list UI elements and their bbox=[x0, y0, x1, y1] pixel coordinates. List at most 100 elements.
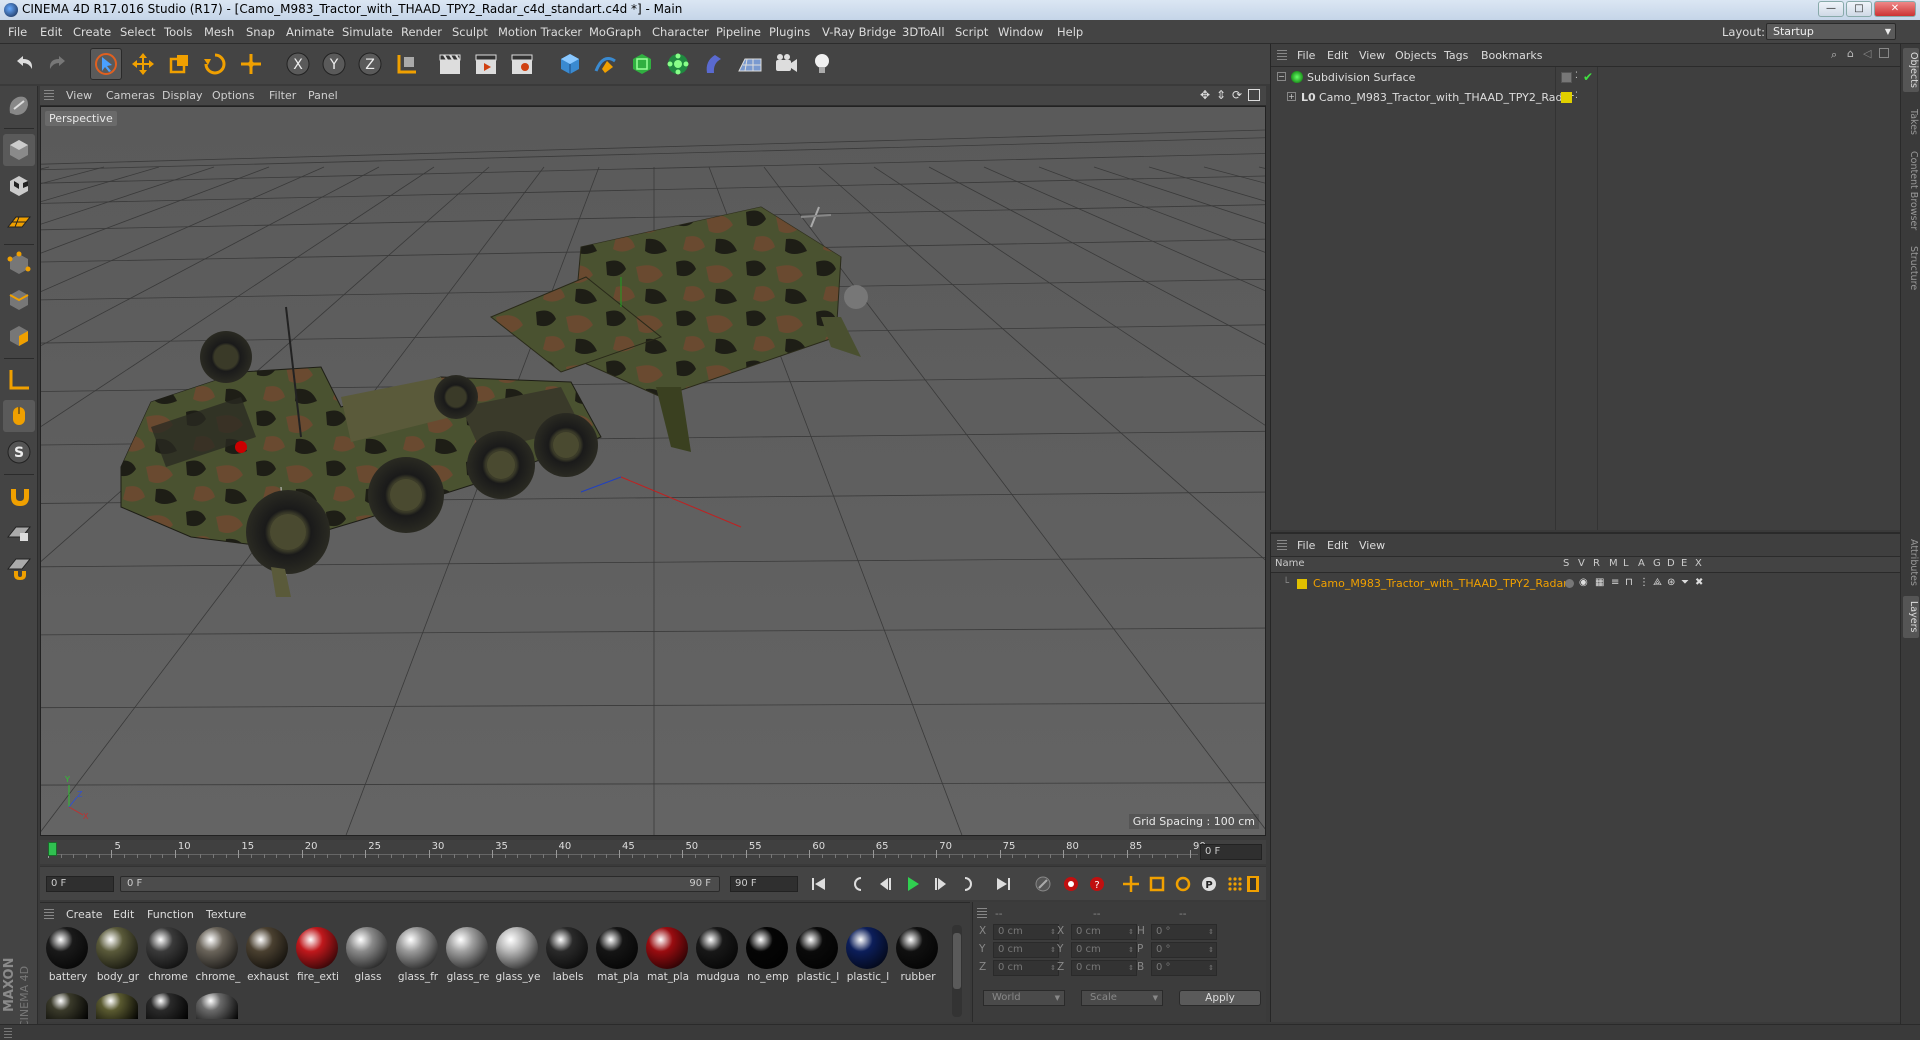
layer-menu-edit[interactable]: Edit bbox=[1327, 539, 1348, 552]
menu-animate[interactable]: Animate bbox=[286, 25, 334, 39]
rotation-value-field[interactable]: 0 ° ⇕ bbox=[1151, 924, 1217, 940]
xref-icon[interactable]: ✖ bbox=[1695, 577, 1703, 588]
object-row-subdivision[interactable]: − Subdivision Surface bbox=[1275, 70, 1551, 86]
material-menu-function[interactable]: Function bbox=[147, 908, 194, 921]
apply-button[interactable]: Apply bbox=[1179, 990, 1261, 1006]
material-swatch[interactable]: plastic_l bbox=[794, 927, 840, 983]
object-menu-view[interactable]: View bbox=[1359, 49, 1385, 62]
layer-column-g[interactable]: G bbox=[1653, 558, 1661, 569]
object-menu-objects[interactable]: Objects bbox=[1395, 49, 1437, 62]
material-swatch[interactable]: no_emp bbox=[744, 927, 790, 983]
model-mode-button[interactable] bbox=[3, 134, 35, 166]
layer-column-v[interactable]: V bbox=[1578, 558, 1585, 569]
tab-attributes[interactable]: Attributes bbox=[1903, 534, 1919, 590]
planar-workplane-button[interactable] bbox=[3, 552, 35, 584]
start-frame-field[interactable]: 0 F bbox=[46, 876, 114, 892]
visibility-toggle[interactable] bbox=[1561, 72, 1572, 83]
animation-icon[interactable]: ⋮ bbox=[1639, 577, 1649, 588]
material-swatch[interactable]: chrome_ bbox=[194, 927, 240, 983]
key-scale-button[interactable] bbox=[1146, 873, 1168, 895]
viewport-maximize-icon[interactable] bbox=[1248, 89, 1260, 101]
manager-icon[interactable]: ≡ bbox=[1611, 577, 1619, 588]
menu-pipeline[interactable]: Pipeline bbox=[716, 25, 761, 39]
edges-mode-button[interactable] bbox=[3, 284, 35, 316]
go-to-start-button[interactable] bbox=[808, 873, 830, 895]
key-rotation-button[interactable] bbox=[1172, 873, 1194, 895]
eye-icon[interactable]: ◉ bbox=[1579, 577, 1588, 588]
search-icon[interactable]: ⌕ bbox=[1831, 48, 1837, 62]
render-icon[interactable]: ▦ bbox=[1595, 577, 1604, 588]
minimize-button[interactable]: — bbox=[1818, 1, 1844, 17]
add-nurbs-button[interactable] bbox=[626, 48, 658, 80]
move-tool-button[interactable] bbox=[127, 48, 159, 80]
transform-tool-button[interactable] bbox=[235, 48, 267, 80]
stepper-arrows-icon[interactable]: ⇕ bbox=[1208, 925, 1214, 939]
tweak-mode-button[interactable] bbox=[3, 400, 35, 432]
material-menu-edit[interactable]: Edit bbox=[113, 908, 134, 921]
position-value-field[interactable]: 0 cm ⇕ bbox=[993, 960, 1059, 976]
x-axis-lock-button[interactable]: X bbox=[282, 48, 314, 80]
workplane-mode-button[interactable] bbox=[3, 206, 35, 238]
layer-column-name[interactable]: Name bbox=[1275, 558, 1305, 569]
expression-icon[interactable]: ⏷ bbox=[1681, 577, 1689, 588]
layer-column-s[interactable]: S bbox=[1563, 558, 1569, 569]
menu-file[interactable]: File bbox=[8, 25, 27, 39]
tab-content-browser[interactable]: Content Browser bbox=[1903, 148, 1919, 234]
checkmark-icon[interactable]: ✔ bbox=[1583, 70, 1593, 84]
material-swatch[interactable]: fire_exti bbox=[294, 927, 340, 983]
key-position-button[interactable] bbox=[1120, 873, 1142, 895]
material-swatch[interactable]: glass_re bbox=[444, 927, 490, 983]
material-swatch[interactable]: exhaust bbox=[244, 927, 290, 983]
home-icon[interactable]: ⌂ bbox=[1847, 47, 1854, 60]
menu-snap[interactable]: Snap bbox=[246, 25, 275, 39]
panel-grip-icon[interactable] bbox=[44, 909, 54, 921]
layer-column-r[interactable]: R bbox=[1593, 558, 1600, 569]
live-selection-button[interactable] bbox=[90, 48, 122, 80]
material-swatch[interactable]: glass_fr bbox=[394, 927, 440, 983]
make-editable-button[interactable] bbox=[3, 90, 35, 122]
add-cube-button[interactable] bbox=[554, 48, 586, 80]
material-swatch[interactable]: plastic_l bbox=[844, 927, 890, 983]
viewport-menu-cameras[interactable]: Cameras bbox=[106, 89, 155, 102]
add-mograph-button[interactable] bbox=[662, 48, 694, 80]
timeline-window-button[interactable] bbox=[1242, 873, 1264, 895]
record-active-objects-button[interactable] bbox=[1060, 873, 1082, 895]
menu-sculpt[interactable]: Sculpt bbox=[452, 25, 488, 39]
deformer-icon[interactable]: ⊛ bbox=[1667, 577, 1675, 588]
size-value-field[interactable]: 0 cm ⇕ bbox=[1071, 924, 1137, 940]
add-spline-button[interactable] bbox=[590, 48, 622, 80]
menu-mograph[interactable]: MoGraph bbox=[589, 25, 641, 39]
end-frame-field[interactable]: 90 F bbox=[730, 876, 798, 892]
layer-color-swatch[interactable] bbox=[1561, 92, 1572, 103]
viewport-zoom-icon[interactable]: ⇕ bbox=[1216, 88, 1226, 102]
object-row-tractor[interactable]: + L0 Camo_M983_Tractor_with_THAAD_TPY2_R… bbox=[1275, 90, 1574, 106]
layer-column-a[interactable]: A bbox=[1638, 558, 1645, 569]
lock-icon[interactable]: ⊓ bbox=[1625, 577, 1633, 588]
position-value-field[interactable]: 0 cm ⇕ bbox=[993, 942, 1059, 958]
panel-grip-icon[interactable] bbox=[1277, 50, 1287, 62]
layer-column-l[interactable]: L bbox=[1623, 558, 1629, 569]
material-menu-texture[interactable]: Texture bbox=[206, 908, 246, 921]
next-key-button[interactable] bbox=[958, 873, 980, 895]
snapping-button[interactable]: S bbox=[3, 436, 35, 468]
menu-window[interactable]: Window bbox=[998, 25, 1043, 39]
material-swatch[interactable]: mat_pla bbox=[594, 927, 640, 983]
material-swatch[interactable] bbox=[94, 993, 140, 1019]
object-menu-edit[interactable]: Edit bbox=[1327, 49, 1348, 62]
layer-column-d[interactable]: D bbox=[1667, 558, 1675, 569]
render-settings-button[interactable] bbox=[506, 48, 538, 80]
scale-tool-button[interactable] bbox=[163, 48, 195, 80]
tab-structure[interactable]: Structure bbox=[1903, 242, 1919, 294]
menu-motion-tracker[interactable]: Motion Tracker bbox=[498, 25, 582, 39]
menu-simulate[interactable]: Simulate bbox=[342, 25, 393, 39]
menu-tools[interactable]: Tools bbox=[164, 25, 192, 39]
panel-grip-icon[interactable] bbox=[1277, 540, 1287, 552]
viewport-menu-panel[interactable]: Panel bbox=[308, 89, 338, 102]
redo-button[interactable] bbox=[42, 48, 74, 80]
layer-color-swatch[interactable] bbox=[1297, 579, 1307, 589]
rotation-value-field[interactable]: 0 ° ⇕ bbox=[1151, 942, 1217, 958]
menu-3dtoall[interactable]: 3DToAll bbox=[902, 25, 945, 39]
object-menu-bookmarks[interactable]: Bookmarks bbox=[1481, 49, 1542, 62]
axis-mode-button[interactable] bbox=[3, 364, 35, 396]
undo-button[interactable] bbox=[8, 48, 40, 80]
